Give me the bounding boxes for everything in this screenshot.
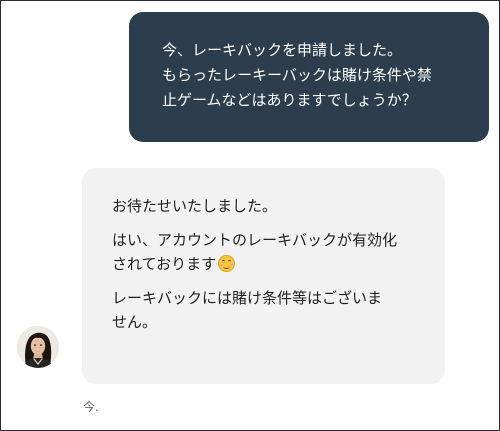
message-timestamp: 今. — [83, 400, 99, 414]
agent-avatar-image — [17, 326, 59, 368]
agent-paragraph-2: はい、アカウントのレーキバックが有効化 されております — [112, 228, 429, 276]
agent-text-line: されております — [112, 255, 217, 273]
agent-text-line: はい、アカウントのレーキバックが有効化 — [112, 231, 398, 249]
smiling-face-icon — [218, 255, 236, 272]
agent-text-line: せん。 — [112, 313, 158, 331]
user-message-line-1: 今、レーキバックを申請しました。 — [162, 41, 403, 59]
agent-message-bubble: お待たせいたしました。 はい、アカウントのレーキバックが有効化 されております … — [82, 168, 445, 384]
agent-paragraph-3: レーキバックには賭け条件等はございま せん。 — [112, 286, 429, 334]
agent-avatar — [17, 326, 59, 368]
user-message-bubble: 今、レーキバックを申請しました。 もらったレーキーバックは賭け条件や禁 止ゲーム… — [129, 12, 489, 142]
agent-text-line-with-emoji: されております — [112, 252, 429, 276]
agent-text-line: レーキバックには賭け条件等はございま — [112, 289, 383, 307]
user-message-line-3: 止ゲームなどはありますでしょうか？ — [162, 91, 417, 109]
chat-window: 今、レーキバックを申請しました。 もらったレーキーバックは賭け条件や禁 止ゲーム… — [0, 0, 500, 431]
agent-text-line: お待たせいたしました。 — [112, 197, 278, 215]
agent-paragraph-1: お待たせいたしました。 — [112, 194, 429, 218]
user-message-line-2: もらったレーキーバックは賭け条件や禁 — [162, 66, 432, 84]
